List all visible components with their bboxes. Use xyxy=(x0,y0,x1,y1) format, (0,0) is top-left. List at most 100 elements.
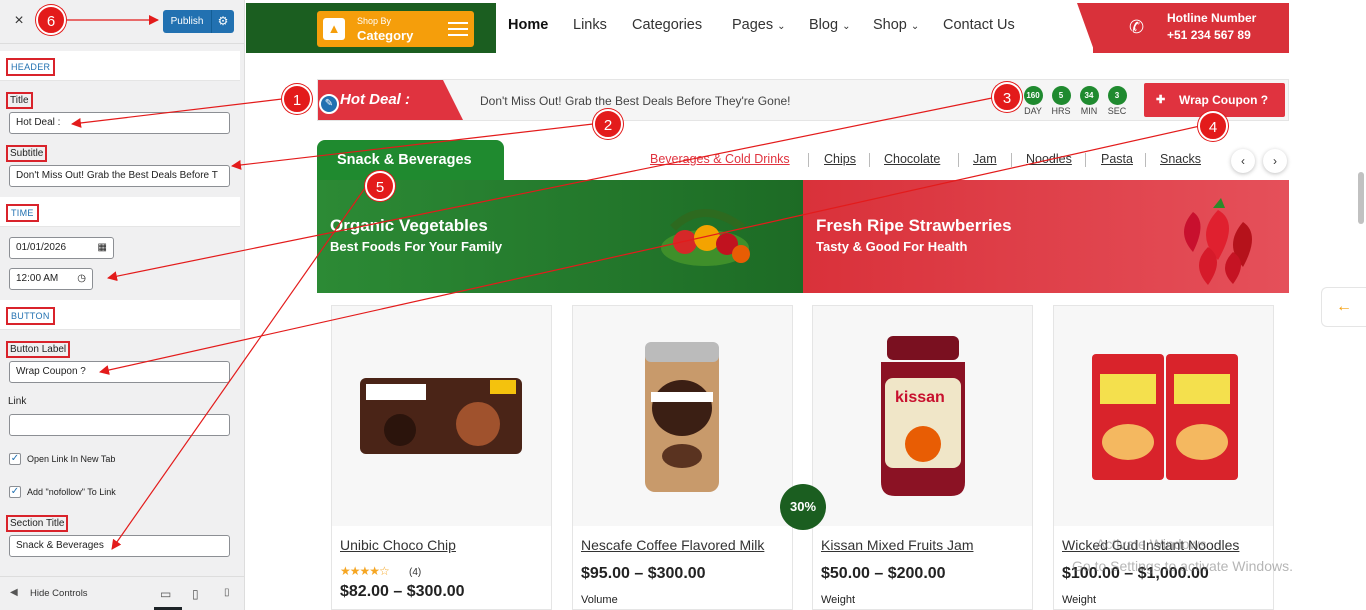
category-separator xyxy=(808,153,809,167)
subtitle-field-label: Subtitle xyxy=(6,145,48,162)
product-name[interactable]: Unibic Choco Chip xyxy=(340,537,456,553)
category-tab-chips[interactable]: Chips xyxy=(824,152,856,166)
subtitle-input[interactable]: Don't Miss Out! Grab the Best Deals Befo… xyxy=(9,165,230,187)
category-separator xyxy=(1145,153,1146,167)
countdown-minutes-unit: MIN xyxy=(1080,106,1098,116)
nav-shop-label: Shop xyxy=(873,17,907,33)
category-separator xyxy=(869,153,870,167)
countdown-seconds-unit: SEC xyxy=(1107,106,1127,116)
open-new-tab-checkbox[interactable]: ✓ xyxy=(9,453,21,465)
date-value: 01/01/2026 xyxy=(16,242,67,253)
publish-button[interactable]: Publish xyxy=(163,10,211,33)
product-price: $50.00 – $200.00 xyxy=(821,565,946,582)
banner-fresh-strawberries[interactable]: Fresh Ripe Strawberries Tasty & Good For… xyxy=(803,180,1289,293)
rating-stars: ★★★★☆ xyxy=(340,564,390,578)
close-icon[interactable]: × xyxy=(8,10,30,32)
banner-title: Fresh Ripe Strawberries xyxy=(816,216,1012,235)
hot-deal-title-block: Hot Deal : xyxy=(318,80,463,120)
section-title-input[interactable]: Snack & Beverages xyxy=(9,535,230,557)
nofollow-checkbox[interactable]: ✓ xyxy=(9,486,21,498)
button-label-input[interactable]: Wrap Coupon ? xyxy=(9,361,230,383)
countdown-days-unit: DAY xyxy=(1024,106,1042,116)
nav-shop[interactable]: Shop ⌄ xyxy=(873,17,919,33)
time-input[interactable]: 12:00 AM ◷ xyxy=(9,268,93,290)
nav-pages[interactable]: Pages ⌄ xyxy=(732,17,786,33)
shop-by-label: Shop By xyxy=(357,16,392,26)
prev-arrow-button[interactable]: ‹ xyxy=(1231,149,1255,173)
banner-title: Organic Vegetables xyxy=(330,216,488,235)
category-label: Category xyxy=(357,28,414,43)
hot-deal-title: Hot Deal : xyxy=(340,91,411,108)
nav-contact-us[interactable]: Contact Us xyxy=(943,17,1015,33)
time-value: 12:00 AM xyxy=(16,273,59,284)
countdown-seconds-value: 3 xyxy=(1107,86,1127,105)
nav-links[interactable]: Links xyxy=(573,17,607,33)
unibic-package-image xyxy=(360,378,522,454)
category-tab-chocolate[interactable]: Chocolate xyxy=(884,152,940,166)
tablet-preview-icon[interactable]: ▯ xyxy=(192,587,199,601)
activate-windows-subtitle: Go to Settings to activate Windows. xyxy=(1072,558,1293,574)
scrollbar-thumb[interactable] xyxy=(1358,172,1364,224)
product-image[interactable] xyxy=(1054,306,1273,526)
category-separator xyxy=(1085,153,1086,167)
product-card[interactable]: Unibic Choco Chip ★★★★☆ (4) $82.00 – $30… xyxy=(331,305,552,610)
section-button-label: BUTTON xyxy=(6,307,55,325)
clock-icon[interactable]: ◷ xyxy=(77,269,86,289)
hide-controls-icon[interactable]: ◀ xyxy=(10,587,18,598)
mobile-preview-icon[interactable]: ▯ xyxy=(224,587,230,598)
category-tab-noodles[interactable]: Noodles xyxy=(1026,152,1072,166)
side-drawer-arrow-icon[interactable]: ← xyxy=(1321,287,1366,327)
banner-subtitle: Tasty & Good For Health xyxy=(816,239,968,254)
hot-deal-subtitle: Don't Miss Out! Grab the Best Deals Befo… xyxy=(480,94,791,108)
product-image[interactable] xyxy=(573,306,792,526)
shop-by-category-area: ▲ Shop By Category xyxy=(246,3,496,53)
hide-controls-label[interactable]: Hide Controls xyxy=(30,588,88,599)
kissan-jam-jar-image: kissan xyxy=(881,336,965,496)
edit-shortcut-pencil-icon[interactable]: ✎ xyxy=(319,94,339,114)
open-new-tab-label: Open Link In New Tab xyxy=(27,454,116,464)
activate-windows-title: Activate Windows xyxy=(1096,536,1207,552)
product-attribute-label: Weight xyxy=(1062,594,1097,606)
product-attribute-label: Volume xyxy=(581,594,618,606)
annotation-badge-1: 1 xyxy=(282,84,312,114)
product-name[interactable]: Kissan Mixed Fruits Jam xyxy=(821,537,973,553)
product-image[interactable]: kissan xyxy=(813,306,1032,526)
category-separator xyxy=(958,153,959,167)
link-input[interactable] xyxy=(9,414,230,436)
category-tab-snacks[interactable]: Snacks xyxy=(1160,152,1201,166)
vegetables-image xyxy=(661,209,750,266)
gift-icon: ✚ xyxy=(1156,94,1166,106)
nav-home[interactable]: Home xyxy=(508,17,548,33)
product-attribute-label: Weight xyxy=(821,594,856,606)
gear-icon[interactable]: ⚙ xyxy=(211,10,234,33)
product-price: $95.00 – $300.00 xyxy=(581,565,706,582)
nofollow-label: Add "nofollow" To Link xyxy=(27,487,116,497)
nav-categories[interactable]: Categories xyxy=(632,17,702,33)
title-input[interactable]: Hot Deal : xyxy=(9,112,230,134)
product-card[interactable]: Nescafe Coffee Flavored Milk $95.00 – $3… xyxy=(572,305,793,610)
section-header-label: HEADER xyxy=(6,58,56,76)
hotline-box[interactable]: ✆ Hotline Number +51 234 567 89 xyxy=(1077,3,1289,53)
nav-pages-label: Pages xyxy=(732,17,774,33)
product-card[interactable]: kissan Kissan Mixed Fruits Jam $50.00 – … xyxy=(812,305,1033,610)
next-arrow-button[interactable]: › xyxy=(1263,149,1287,173)
date-input[interactable]: 01/01/2026 ▦ xyxy=(9,237,114,259)
product-image[interactable] xyxy=(332,306,551,526)
calendar-icon[interactable]: ▦ xyxy=(98,238,107,258)
phone-icon: ✆ xyxy=(1129,17,1145,37)
nav-blog-label: Blog xyxy=(809,17,839,33)
desktop-preview-icon[interactable]: ▭ xyxy=(160,587,171,601)
product-name[interactable]: Nescafe Coffee Flavored Milk xyxy=(581,537,764,553)
category-tab-pasta[interactable]: Pasta xyxy=(1101,152,1133,166)
title-field-label: Title xyxy=(6,92,33,109)
annotation-badge-5: 5 xyxy=(365,171,395,201)
section-title-tab: Snack & Beverages xyxy=(317,140,504,180)
nav-blog[interactable]: Blog ⌄ xyxy=(809,17,850,33)
category-tab-beverages[interactable]: Beverages & Cold Drinks xyxy=(650,152,790,166)
annotation-badge-6: 6 xyxy=(36,5,66,35)
countdown-hours: 5 HRS xyxy=(1049,86,1073,116)
section-header-button: BUTTON xyxy=(0,300,240,330)
countdown-days-value: 160 xyxy=(1023,86,1043,105)
shop-by-category-button[interactable]: ▲ Shop By Category xyxy=(317,11,474,47)
category-tab-jam[interactable]: Jam xyxy=(973,152,997,166)
